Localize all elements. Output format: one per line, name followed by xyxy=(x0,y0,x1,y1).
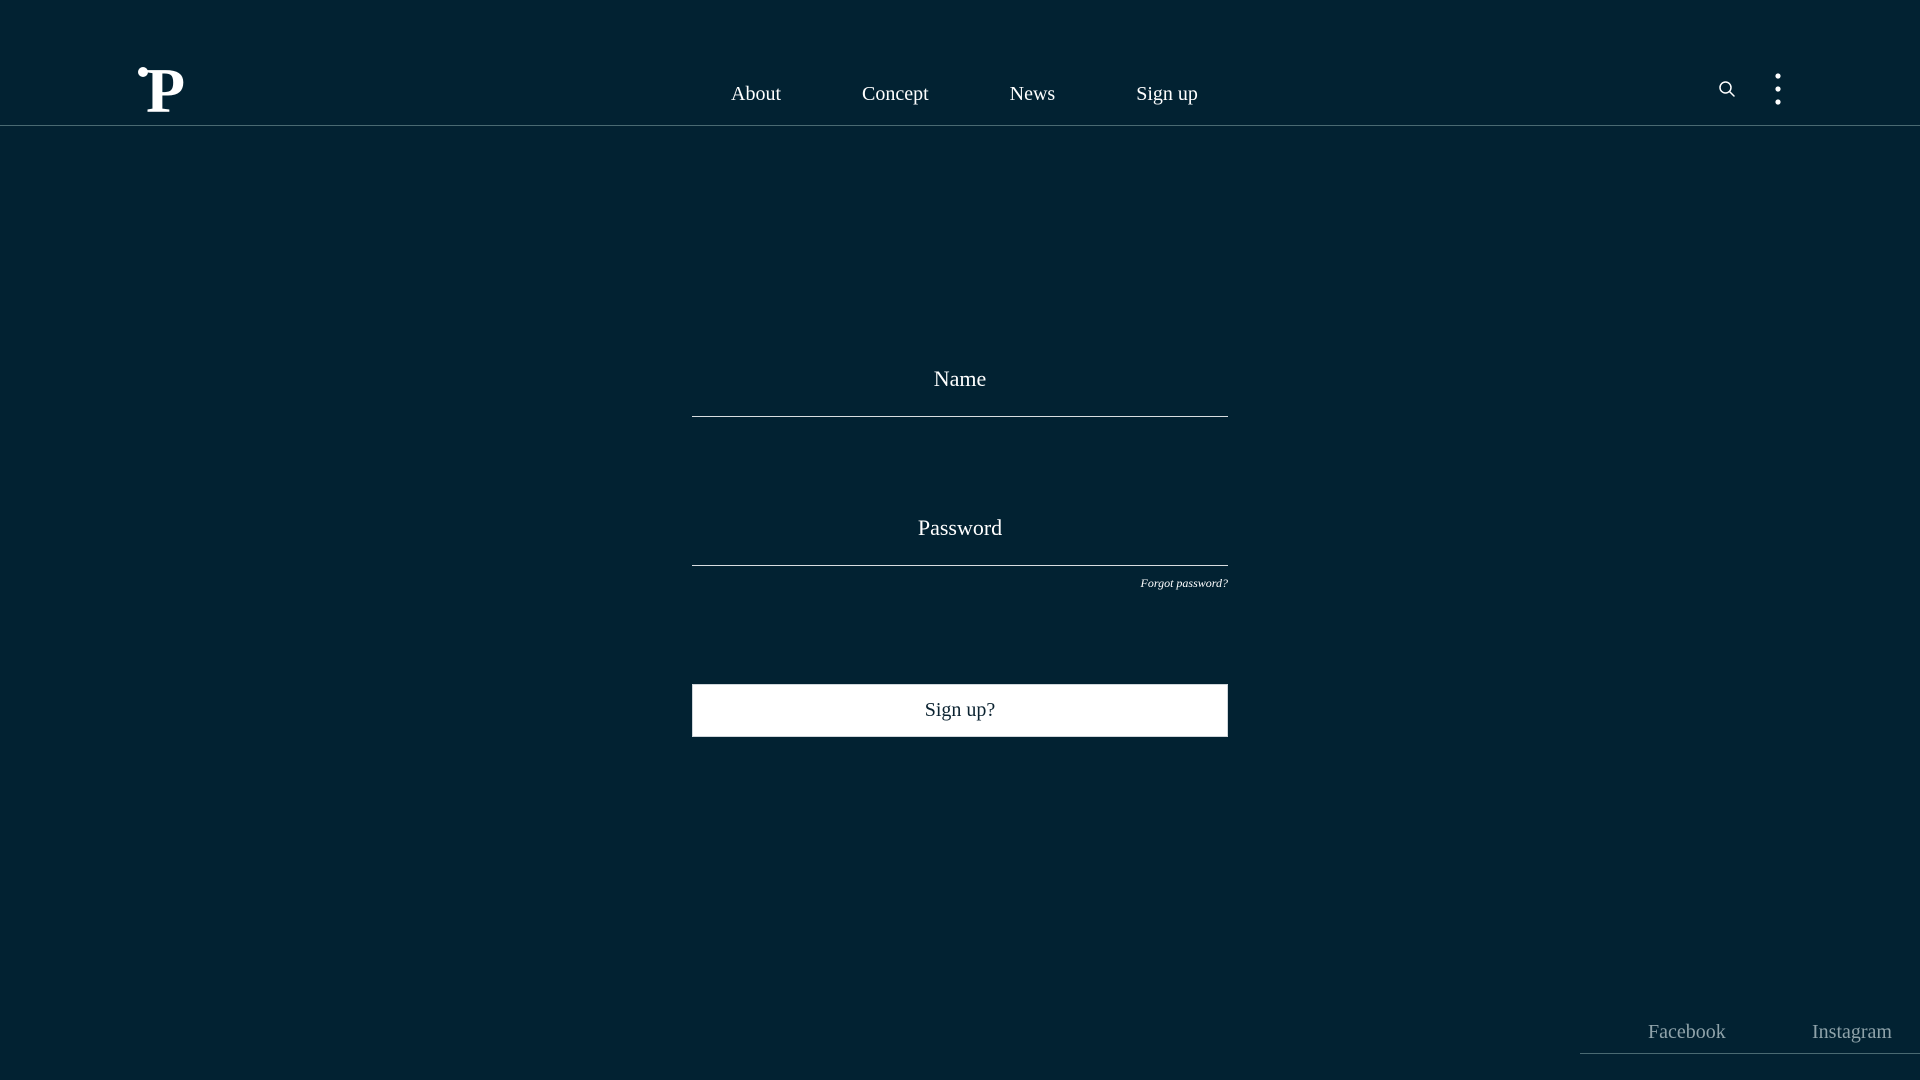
password-field xyxy=(692,499,1228,566)
search-button[interactable] xyxy=(1718,80,1736,98)
facebook-link[interactable]: Facebook xyxy=(1648,1021,1726,1044)
site-header: P About Concept News Sign up xyxy=(0,0,1920,126)
page: P About Concept News Sign up Name Forgot… xyxy=(0,0,1920,1080)
nav-about[interactable]: About xyxy=(731,80,781,108)
social-links: Facebook Instagram xyxy=(1580,1017,1920,1054)
nav-concept[interactable]: Concept xyxy=(862,80,929,108)
main-nav: About Concept News Sign up xyxy=(731,80,1198,108)
nav-news[interactable]: News xyxy=(1010,80,1056,108)
more-vertical-icon xyxy=(1775,73,1781,105)
brand-logo: P xyxy=(138,55,185,126)
login-form: Forgot password? Sign up? xyxy=(692,350,1228,737)
nav-sign-up[interactable]: Sign up xyxy=(1136,80,1198,108)
name-input[interactable] xyxy=(692,350,1228,416)
search-icon xyxy=(1719,81,1735,97)
sign-up-button[interactable]: Sign up? xyxy=(692,684,1228,737)
brand-logo-letter: P xyxy=(146,58,185,120)
password-input[interactable] xyxy=(692,499,1228,565)
instagram-link[interactable]: Instagram xyxy=(1812,1021,1892,1044)
forgot-password-link[interactable]: Forgot password? xyxy=(692,575,1228,591)
logo-link[interactable]: P xyxy=(138,55,190,126)
name-field xyxy=(692,350,1228,417)
more-menu-button[interactable] xyxy=(1770,72,1786,106)
